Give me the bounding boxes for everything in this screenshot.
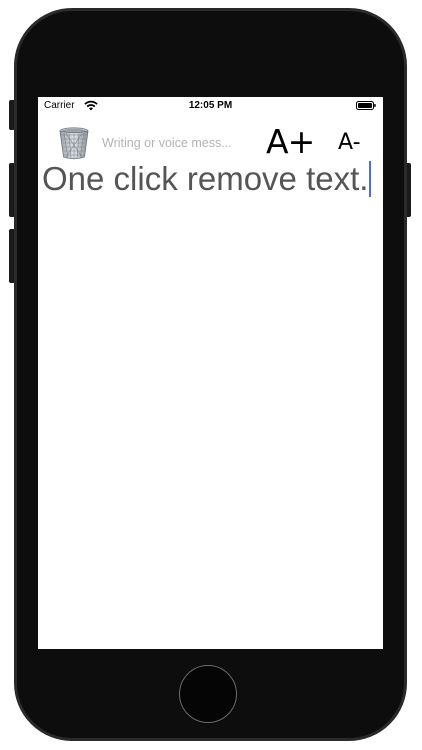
status-time: 12:05 PM bbox=[188, 100, 233, 111]
trash-can-icon bbox=[59, 127, 89, 160]
home-button[interactable] bbox=[179, 665, 237, 723]
increase-font-button[interactable]: A+ bbox=[266, 123, 315, 161]
device-mockup: Carrier 12:05 PM Writing or voice mess..… bbox=[0, 0, 422, 750]
text-editor[interactable]: One click remove text. bbox=[42, 159, 372, 199]
clear-text-button[interactable] bbox=[56, 125, 92, 161]
decrease-font-button[interactable]: A- bbox=[338, 128, 361, 158]
battery-icon bbox=[356, 101, 376, 110]
toolbar: A+ A- bbox=[38, 123, 383, 161]
message-input[interactable] bbox=[102, 133, 252, 153]
text-caret bbox=[369, 161, 371, 197]
status-bar: Carrier 12:05 PM bbox=[38, 97, 383, 115]
app-screen: Carrier 12:05 PM Writing or voice mess..… bbox=[38, 97, 383, 649]
editor-text: One click remove text. bbox=[42, 160, 369, 197]
